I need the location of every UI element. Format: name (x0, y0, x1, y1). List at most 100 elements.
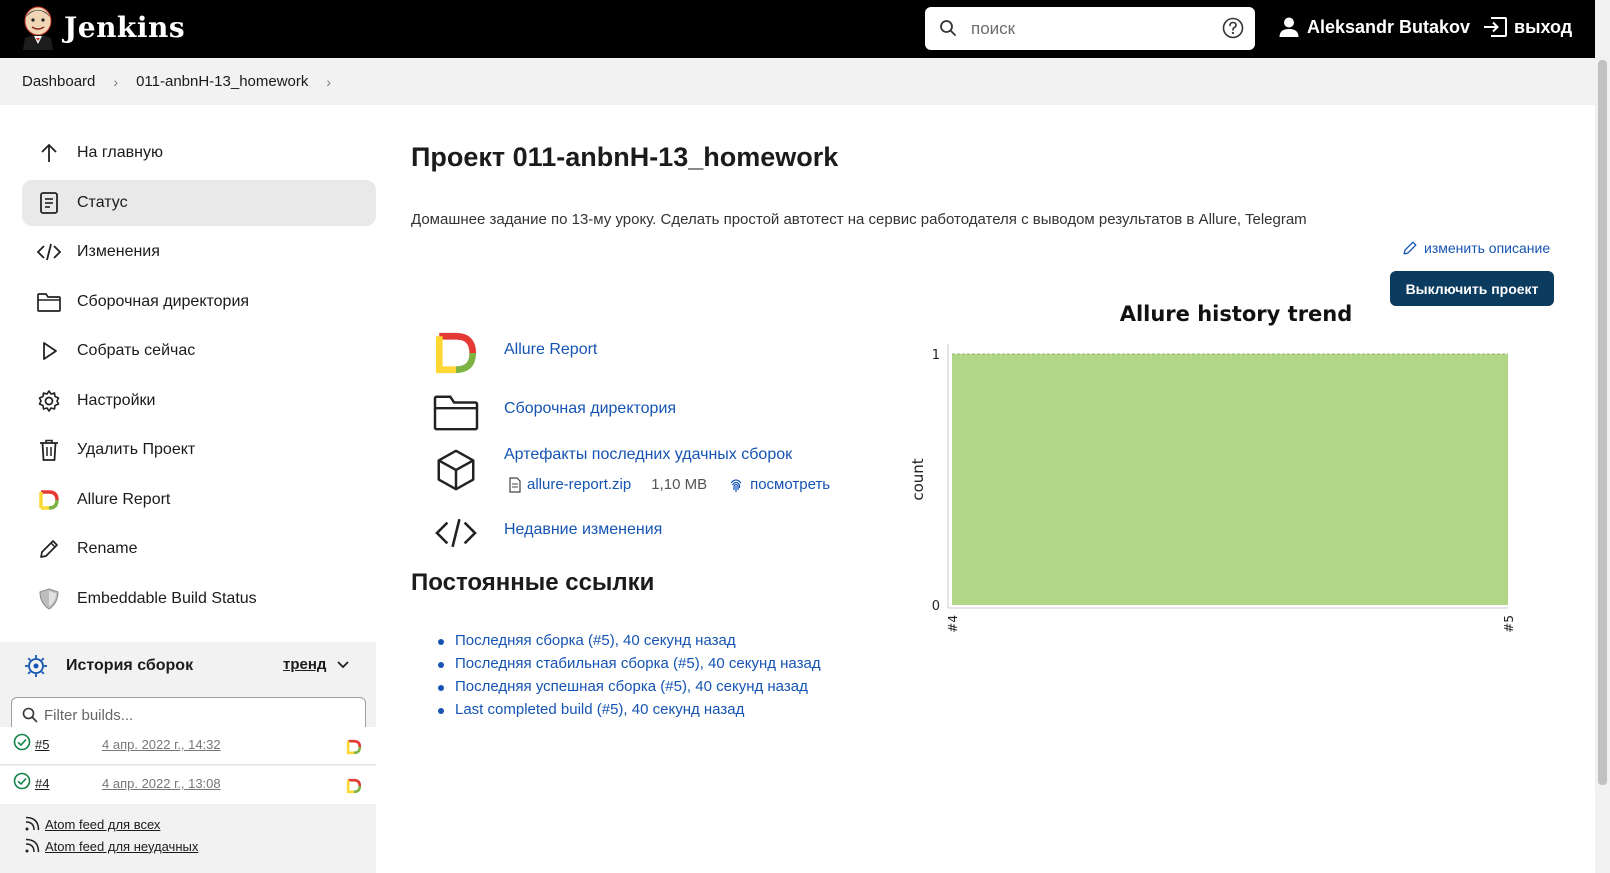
filter-builds-input[interactable] (44, 704, 344, 726)
allure-icon (36, 487, 62, 513)
edit-description-label: изменить описание (1424, 240, 1551, 256)
code-icon (431, 508, 481, 558)
arrow-up-icon (36, 140, 62, 166)
chart-ytick-label: 1 (932, 348, 940, 363)
permalink-last-stable[interactable]: Последняя стабильная сборка (#5), 40 сек… (455, 655, 821, 672)
breadcrumb-dashboard[interactable]: Dashboard (22, 73, 95, 90)
logo-text: Jenkins (64, 10, 186, 44)
search-input[interactable] (971, 17, 1201, 41)
sidebar-item-label: Embeddable Build Status (77, 589, 257, 607)
pencil-icon (36, 536, 62, 562)
artifact-view-link[interactable]: посмотреть (729, 476, 830, 493)
list-item: Last completed build (#5), 40 секунд наз… (438, 701, 821, 724)
breadcrumb-project[interactable]: 011-anbnH-13_homework (136, 73, 308, 90)
top-header: Jenkins Aleksandr Butakov выход (0, 0, 1610, 58)
build-date-link[interactable]: 4 апр. 2022 г., 14:32 (102, 737, 221, 752)
chart-ylabel: count (909, 458, 927, 500)
sidebar-item-configure[interactable]: Настройки (22, 378, 376, 424)
sidebar-item-label: Rename (77, 540, 138, 557)
allure-icon[interactable] (346, 778, 362, 794)
jenkins-logo[interactable]: Jenkins (20, 4, 185, 50)
build-number-link[interactable]: #5 (35, 737, 49, 752)
success-check-icon (13, 733, 31, 751)
sidebar-item-label: Статус (77, 193, 128, 211)
build-history-header: История сборок (24, 654, 193, 678)
sidebar-item-status[interactable]: Статус (22, 179, 376, 226)
logout-label: выход (1514, 16, 1573, 37)
sidebar-item-label: Изменения (77, 243, 160, 260)
artifacts-row: Артефакты последних удачных сборок (431, 445, 792, 495)
rss-icon (25, 816, 40, 831)
document-icon (36, 190, 62, 216)
sidebar: На главную Статус Изменения Сборочная ди… (22, 130, 376, 625)
chart-area-series (952, 354, 1508, 605)
allure-icon[interactable] (346, 739, 362, 755)
gear-icon (36, 388, 62, 414)
recent-changes-link[interactable]: Недавние изменения (504, 521, 662, 539)
allure-report-row: Allure Report (431, 328, 597, 378)
artifact-view-label: посмотреть (750, 476, 831, 493)
build-row: #4 4 апр. 2022 г., 13:08 (0, 766, 376, 804)
folder-icon (36, 289, 62, 315)
chevron-right-icon[interactable]: › (326, 74, 331, 90)
list-item: Последняя стабильная сборка (#5), 40 сек… (438, 655, 821, 678)
chart-xtick-label: #4 (946, 615, 960, 633)
build-history-panel: История сборок тренд #5 4 апр. 2022 г., … (0, 642, 376, 873)
pencil-icon (1403, 241, 1417, 255)
trash-icon (36, 437, 62, 463)
rss-icon (25, 838, 40, 853)
allure-trend-chart[interactable]: Allure history trend count 0 1 #4 #5 (900, 300, 1560, 640)
list-item: Последняя успешная сборка (#5), 40 секун… (438, 678, 821, 701)
feed-label: Atom feed для неудачных (45, 838, 199, 854)
edit-description-link[interactable]: изменить описание (1402, 240, 1550, 256)
workspace-link[interactable]: Сборочная директория (504, 400, 676, 418)
build-date-link[interactable]: 4 апр. 2022 г., 13:08 (102, 776, 221, 791)
help-icon[interactable] (1222, 17, 1244, 39)
logout-button[interactable]: выход (1482, 16, 1572, 38)
page-title: Проект 011-anbnH-13_homework (411, 142, 839, 172)
permalink-last-build[interactable]: Последняя сборка (#5), 40 секунд назад (455, 632, 736, 649)
user-icon (1279, 17, 1299, 37)
sidebar-item-embeddable-status[interactable]: Embeddable Build Status (22, 576, 376, 622)
chevron-right-icon[interactable]: › (113, 74, 118, 90)
trend-dropdown[interactable]: тренд (283, 656, 350, 673)
permalink-last-successful[interactable]: Последняя успешная сборка (#5), 40 секун… (455, 678, 808, 695)
user-menu[interactable]: Aleksandr Butakov (1278, 16, 1470, 38)
permalinks-title: Постоянные ссылки (411, 569, 655, 596)
search-box[interactable] (925, 7, 1255, 50)
vertical-scrollbar[interactable] (1595, 0, 1610, 873)
folder-icon (431, 387, 481, 437)
allure-icon (431, 328, 481, 378)
atom-feed-failed-link[interactable]: Atom feed для неудачных (24, 838, 198, 854)
sidebar-item-allure-report[interactable]: Allure Report (22, 477, 376, 523)
permalink-last-completed[interactable]: Last completed build (#5), 40 секунд наз… (455, 701, 744, 718)
artifact-file-row: allure-report.zip 1,10 MB посмотреть (508, 476, 830, 493)
sidebar-item-rename[interactable]: Rename (22, 526, 376, 572)
chart-title: Allure history trend (1120, 302, 1353, 326)
scrollbar-thumb[interactable] (1598, 60, 1607, 785)
jenkins-butler-icon (23, 6, 53, 50)
list-item: Последняя сборка (#5), 40 секунд назад (438, 632, 821, 655)
sidebar-item-delete[interactable]: Удалить Проект (22, 427, 376, 473)
artifact-file-link[interactable]: allure-report.zip (527, 476, 631, 493)
artifacts-link[interactable]: Артефакты последних удачных сборок (504, 446, 792, 464)
sidebar-item-changes[interactable]: Изменения (22, 229, 376, 275)
project-description: Домашнее задание по 13-му уроку. Сделать… (411, 211, 1307, 228)
sidebar-item-home[interactable]: На главную (22, 130, 376, 176)
atom-feed-all-link[interactable]: Atom feed для всех (24, 816, 160, 832)
recent-changes-row: Недавние изменения (431, 508, 662, 558)
build-history-title: История сборок (66, 657, 194, 674)
logout-icon (1484, 17, 1507, 37)
allure-report-link[interactable]: Allure Report (504, 341, 597, 359)
build-number-link[interactable]: #4 (35, 776, 49, 791)
artifact-size: 1,10 MB (651, 476, 708, 493)
feed-label: Atom feed для всех (45, 816, 161, 832)
play-icon (36, 338, 62, 364)
search-icon (940, 20, 956, 36)
permalinks-list: Последняя сборка (#5), 40 секунд назад П… (438, 632, 821, 724)
sidebar-item-workspace[interactable]: Сборочная директория (22, 279, 376, 325)
chart-xtick-label: #5 (1502, 615, 1516, 633)
sidebar-item-label: На главную (77, 144, 163, 161)
sidebar-item-build-now[interactable]: Собрать сейчас (22, 328, 376, 374)
sidebar-item-label: Allure Report (77, 490, 171, 508)
